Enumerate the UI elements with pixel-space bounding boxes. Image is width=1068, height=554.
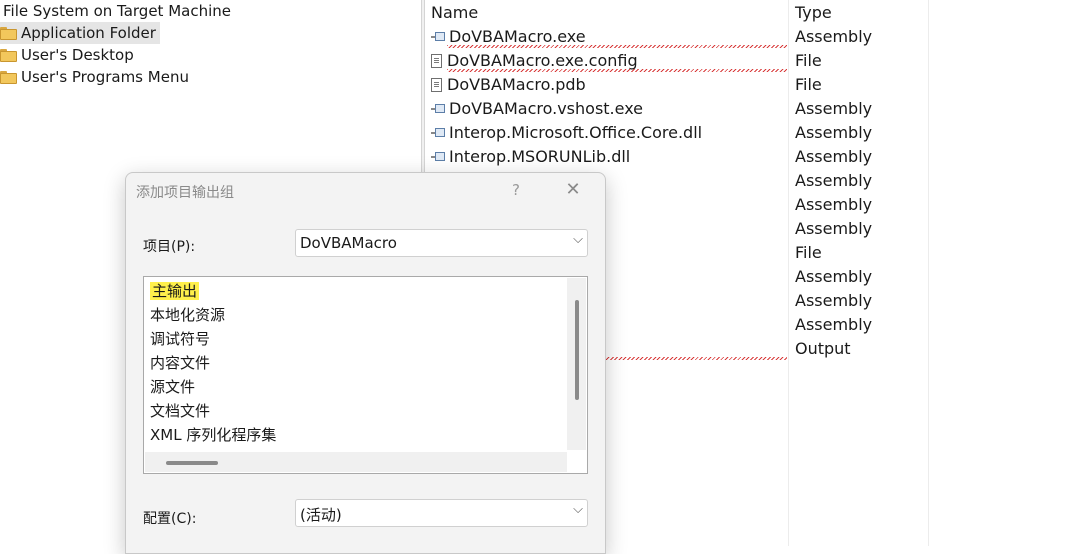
tree-item-label: User's Desktop <box>21 46 134 64</box>
spellcheck-squiggle <box>447 45 787 48</box>
scroll-thumb[interactable] <box>575 300 579 400</box>
file-type: Assembly <box>795 27 873 46</box>
file-type: Assembly <box>795 315 873 334</box>
file-type: Assembly <box>795 219 873 238</box>
file-name: Interop.MSORUNLib.dll <box>449 147 631 166</box>
output-group-item[interactable]: 文档文件 <box>150 401 210 421</box>
help-button[interactable]: ? <box>506 179 526 201</box>
file-name-cell: DoVBAMacro.vshost.exe <box>431 99 643 118</box>
file-name-cell: DoVBAMacro.exe.config <box>431 51 638 70</box>
tree-root-label[interactable]: File System on Target Machine <box>3 1 231 21</box>
file-name-cell: Interop.Microsoft.Office.Core.dll <box>431 123 702 142</box>
file-name: DoVBAMacro.vshost.exe <box>449 99 644 118</box>
output-group-label: 主输出 <box>150 282 200 300</box>
config-select[interactable]: (活动) ⌵ <box>295 499 588 527</box>
assembly-icon <box>431 31 445 42</box>
file-name: DoVBAMacro.exe <box>449 27 586 46</box>
file-type: Assembly <box>795 291 873 310</box>
file-type: Assembly <box>795 171 873 190</box>
output-group-item[interactable]: 主输出 <box>150 281 200 301</box>
tree-item-label: User's Programs Menu <box>21 68 189 86</box>
file-type: Assembly <box>795 147 873 166</box>
file-name-cell: Interop.MSORUNLib.dll <box>431 147 630 166</box>
spellcheck-squiggle <box>447 69 787 72</box>
assembly-icon <box>431 127 445 138</box>
output-group-label: 内容文件 <box>150 354 211 372</box>
horizontal-scrollbar[interactable] <box>145 452 567 472</box>
output-group-item[interactable]: 本地化资源 <box>150 305 225 325</box>
tree-item-label: Application Folder <box>21 24 156 42</box>
tree-item-users-desktop[interactable]: User's Desktop <box>0 44 138 66</box>
file-type: File <box>795 243 822 262</box>
output-group-item[interactable]: 内容文件 <box>150 353 210 373</box>
output-group-item[interactable]: 源文件 <box>150 377 195 397</box>
file-name-cell: DoVBAMacro.exe <box>431 27 586 46</box>
file-type: Assembly <box>795 99 873 118</box>
chevron-down-icon: ⌵ <box>573 502 583 517</box>
tree-item-application-folder[interactable]: Application Folder <box>0 22 160 44</box>
folder-icon <box>0 26 17 40</box>
assembly-icon <box>431 151 445 162</box>
project-label: 项目(P): <box>143 239 196 255</box>
output-group-label: 本地化资源 <box>150 306 226 324</box>
config-label: 配置(C): <box>143 511 197 527</box>
project-select-value: DoVBAMacro <box>300 234 397 252</box>
output-group-label: XML 序列化程序集 <box>150 426 277 444</box>
file-type: Output <box>795 339 851 358</box>
close-button[interactable]: ✕ <box>562 179 584 201</box>
chevron-down-icon: ⌵ <box>573 232 583 247</box>
dialog-title: 添加项目输出组 <box>136 185 234 201</box>
config-select-value: (活动) <box>300 506 342 524</box>
output-group-item[interactable]: XML 序列化程序集 <box>150 425 276 445</box>
file-type: File <box>795 75 822 94</box>
vertical-scrollbar[interactable] <box>567 278 586 450</box>
assembly-icon <box>431 103 445 114</box>
output-group-item[interactable]: 调试符号 <box>150 329 210 349</box>
folder-icon <box>0 48 17 62</box>
file-icon <box>431 53 443 68</box>
file-icon <box>431 77 443 92</box>
file-type: Assembly <box>795 123 873 142</box>
output-group-list[interactable]: 主输出本地化资源调试符号内容文件源文件文档文件 XML 序列化程序集 <box>143 276 588 474</box>
scroll-thumb[interactable] <box>166 461 218 465</box>
file-row[interactable]: DoVBAMacro.exe Assembly <box>425 25 1068 49</box>
file-type: File <box>795 51 822 70</box>
file-name: Interop.Microsoft.Office.Core.dll <box>449 123 703 142</box>
column-header-type[interactable]: Type <box>795 3 832 23</box>
spellcheck-squiggle <box>600 357 787 360</box>
file-type: Assembly <box>795 267 873 286</box>
output-group-label: 源文件 <box>150 378 196 396</box>
folder-icon <box>0 70 17 84</box>
file-row[interactable]: DoVBAMacro.vshost.exe Assembly <box>425 97 1068 121</box>
file-row[interactable]: DoVBAMacro.exe.config File <box>425 49 1068 73</box>
file-name-cell: DoVBAMacro.pdb <box>431 75 586 94</box>
output-group-label: 文档文件 <box>150 402 211 420</box>
file-name: DoVBAMacro.exe.config <box>447 51 638 70</box>
file-name: DoVBAMacro.pdb <box>447 75 586 94</box>
tree-item-users-programs-menu[interactable]: User's Programs Menu <box>0 66 193 88</box>
file-row[interactable]: DoVBAMacro.pdb File <box>425 73 1068 97</box>
add-project-output-group-dialog: 添加项目输出组 ? ✕ 项目(P): DoVBAMacro ⌵ 主输出本地化资源… <box>125 172 606 554</box>
output-group-label: 调试符号 <box>150 330 211 348</box>
file-row[interactable]: Interop.Microsoft.Office.Core.dll Assembl… <box>425 121 1068 145</box>
file-type: Assembly <box>795 195 873 214</box>
project-select[interactable]: DoVBAMacro ⌵ <box>295 229 588 257</box>
column-header-name[interactable]: Name <box>431 3 478 23</box>
file-row[interactable]: Interop.MSORUNLib.dll Assembly <box>425 145 1068 169</box>
